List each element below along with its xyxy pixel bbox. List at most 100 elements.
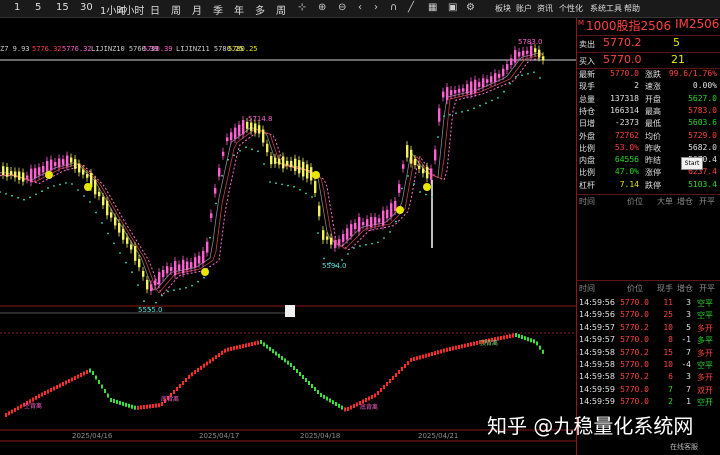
zoom-in-icon[interactable]: ⊕: [318, 2, 326, 13]
menu-tools[interactable]: 系统工具: [590, 3, 622, 14]
zoom-out-icon[interactable]: ⊖: [338, 2, 346, 13]
indicator-bar: [113, 398, 115, 403]
candle-body: [110, 212, 113, 218]
menu-personalize[interactable]: 个性化: [559, 3, 583, 14]
candle-body: [162, 269, 165, 278]
column-header[interactable]: 价位: [627, 196, 643, 207]
crosshair-icon[interactable]: ⊹: [298, 2, 306, 13]
instrument-code: IM2506: [675, 17, 720, 31]
indicator-bar: [395, 373, 397, 377]
ma-value-7: 5780.25: [228, 45, 258, 53]
trade-volume: 10: [663, 322, 673, 332]
trade-time: 14:59:58: [579, 347, 615, 357]
candle-body: [22, 172, 25, 182]
settings-icon[interactable]: ⚙: [466, 2, 475, 13]
period-1m[interactable]: 1: [14, 2, 20, 13]
indicator-bar: [458, 345, 460, 350]
candle-body: [178, 264, 181, 271]
column-header[interactable]: 增仓: [677, 196, 693, 207]
trade-type: 空平: [697, 299, 713, 308]
indicator-bar: [83, 371, 85, 376]
trend-dot: [485, 102, 487, 104]
period-4h[interactable]: 4小时: [118, 2, 144, 17]
indicator-bar: [446, 347, 448, 352]
period-multi[interactable]: 多: [255, 2, 265, 17]
column-header[interactable]: 开平: [699, 196, 715, 207]
period-week[interactable]: 周: [171, 2, 181, 17]
indicator-bar: [347, 407, 349, 411]
indicator-bar: [191, 372, 193, 377]
candle-body: [510, 58, 513, 65]
trade-price: 5770.0: [620, 298, 649, 307]
column-header[interactable]: 时间: [579, 196, 595, 207]
trade-type: 空平: [697, 311, 713, 321]
trend-dot: [227, 158, 229, 161]
indicator-bar: [215, 355, 217, 360]
candlestick-chart[interactable]: [0, 18, 576, 455]
indicator-bar: [467, 342, 469, 347]
ask-price[interactable]: 5770.2: [603, 36, 642, 49]
indicator-bar: [194, 370, 196, 375]
candle-body: [294, 158, 297, 171]
candle-body: [142, 270, 145, 277]
stat-label: 现手: [579, 82, 595, 92]
candle-body: [310, 167, 313, 181]
trend-dot: [95, 211, 97, 214]
save-icon[interactable]: ▣: [448, 2, 457, 13]
chevron-left-icon[interactable]: ‹: [358, 2, 362, 13]
column-header[interactable]: 时间: [579, 283, 595, 294]
period-week-2[interactable]: 周: [276, 2, 286, 17]
stat-value: 99.6/1.76%: [668, 69, 717, 78]
indicator-bar: [515, 333, 517, 337]
menu-sector[interactable]: 板块: [495, 3, 511, 14]
period-30m[interactable]: 30: [80, 2, 93, 13]
period-5m[interactable]: 5: [35, 2, 41, 13]
column-header[interactable]: 大单: [657, 196, 673, 207]
period-15m[interactable]: 15: [56, 2, 69, 13]
candle-body: [166, 266, 169, 274]
chart-area[interactable]: Z7 9.93 5776.32 5776.32 LIJINZ10 5760.39…: [0, 18, 576, 455]
start-button[interactable]: Start: [681, 157, 703, 170]
candle-body: [122, 228, 125, 240]
online-service-badge[interactable]: 在线客服: [670, 442, 698, 452]
indicator-bar: [518, 334, 520, 339]
chevron-right-icon[interactable]: ›: [374, 2, 378, 13]
trade-oi-change: -1: [681, 335, 691, 345]
trend-dot: [41, 190, 43, 193]
indicator-bar: [398, 370, 400, 374]
trend-dot: [101, 222, 103, 224]
period-month[interactable]: 月: [192, 2, 202, 17]
menu-account[interactable]: 账户: [516, 3, 532, 14]
column-header[interactable]: 价位: [627, 283, 643, 294]
candle-body: [382, 210, 385, 226]
trend-dot: [425, 193, 427, 196]
trend-dot: [143, 300, 145, 303]
candle-body: [230, 132, 233, 141]
column-header[interactable]: 现手: [657, 283, 673, 294]
draw-line-icon[interactable]: ╱: [408, 2, 414, 13]
period-day[interactable]: 日: [150, 2, 160, 17]
trend-dot: [245, 146, 247, 149]
trend-dot: [287, 184, 289, 187]
trade-price: 5770.0: [620, 360, 649, 369]
trend-dot: [401, 187, 403, 190]
period-year[interactable]: 年: [234, 2, 244, 17]
layout-icon[interactable]: ▦: [428, 2, 437, 13]
indicator-bar: [353, 404, 355, 408]
trend-dot: [65, 182, 67, 184]
column-header[interactable]: 增仓: [677, 283, 693, 294]
candle-body: [194, 257, 197, 268]
menu-news[interactable]: 资讯: [537, 3, 553, 14]
indicator-bar: [236, 345, 238, 350]
bid-price[interactable]: 5770.0: [603, 53, 642, 66]
period-quarter[interactable]: 季: [213, 2, 223, 17]
indicator-bar: [227, 347, 229, 352]
magnet-icon[interactable]: ∩: [390, 2, 397, 13]
trend-dot: [521, 74, 523, 77]
trend-dot: [293, 185, 295, 188]
indicator-bar: [512, 333, 514, 338]
ask-volume: 5: [673, 36, 680, 49]
indicator-bar: [11, 409, 13, 414]
column-header[interactable]: 开平: [699, 283, 715, 294]
menu-help[interactable]: 帮助: [624, 3, 640, 14]
